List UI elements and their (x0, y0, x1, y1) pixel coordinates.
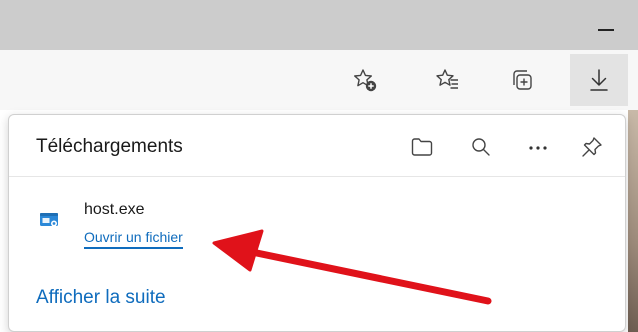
open-folder-button[interactable] (405, 130, 439, 164)
downloads-panel: Téléchargements host.exe Ouvrir un fichi… (8, 114, 626, 332)
search-button[interactable] (464, 130, 498, 164)
add-favorite-button[interactable] (345, 60, 385, 100)
title-bar (0, 0, 638, 50)
pin-button[interactable] (575, 130, 609, 164)
downloads-button[interactable] (570, 54, 628, 106)
file-name: host.exe (84, 201, 145, 218)
download-icon (590, 69, 608, 91)
collections-icon (513, 70, 532, 90)
more-icon (529, 146, 547, 150)
more-options-button[interactable] (521, 130, 555, 164)
open-file-link[interactable]: Ouvrir un fichier (84, 229, 183, 249)
collections-button[interactable] (502, 60, 542, 100)
minimize-icon (598, 29, 614, 31)
favorites-button[interactable] (428, 60, 468, 100)
exe-file-icon (40, 213, 58, 227)
download-item[interactable]: host.exe Ouvrir un fichier (29, 193, 589, 255)
minimize-button[interactable] (592, 18, 620, 42)
desktop-background (628, 110, 638, 332)
star-plus-icon (354, 69, 377, 92)
pin-icon (582, 137, 602, 157)
search-icon (472, 138, 490, 156)
panel-divider (9, 176, 625, 177)
browser-toolbar (0, 50, 638, 110)
panel-title: Téléchargements (36, 136, 183, 157)
folder-icon (411, 138, 433, 156)
star-list-icon (436, 69, 458, 89)
show-more-link[interactable]: Afficher la suite (36, 287, 166, 309)
